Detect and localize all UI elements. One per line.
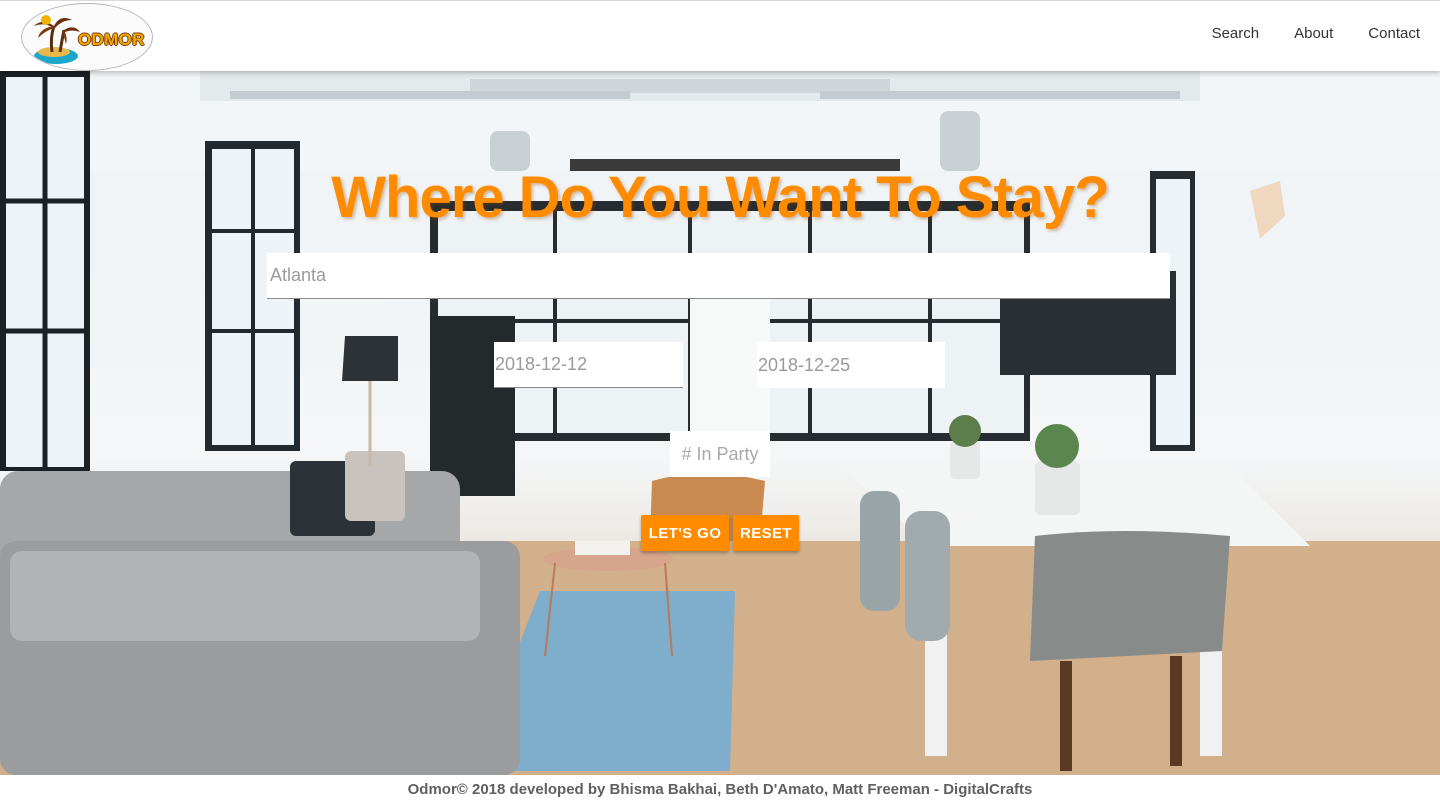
navbar: ODMOR Search About Contact xyxy=(0,0,1440,71)
footer: Odmor© 2018 developed by Bhisma Bakhai, … xyxy=(0,775,1440,805)
logo[interactable]: ODMOR xyxy=(21,3,153,71)
lets-go-button[interactable]: LET'S GO xyxy=(641,515,729,551)
nav-contact[interactable]: Contact xyxy=(1368,25,1420,42)
nav-search[interactable]: Search xyxy=(1212,25,1260,42)
city-input[interactable] xyxy=(267,253,1170,299)
checkout-date-input[interactable] xyxy=(757,342,945,388)
logo-text: ODMOR xyxy=(78,30,145,49)
hero-section: Where Do You Want To Stay? LET'S GO RESE… xyxy=(0,71,1440,775)
palm-island-icon xyxy=(34,15,80,64)
page-title: Where Do You Want To Stay? xyxy=(331,165,1109,230)
nav-about[interactable]: About xyxy=(1294,25,1333,42)
checkin-date-input[interactable] xyxy=(494,342,683,388)
reset-button[interactable]: RESET xyxy=(733,515,799,551)
nav-links: Search About Contact xyxy=(1212,25,1420,42)
party-size-input[interactable] xyxy=(670,431,770,477)
